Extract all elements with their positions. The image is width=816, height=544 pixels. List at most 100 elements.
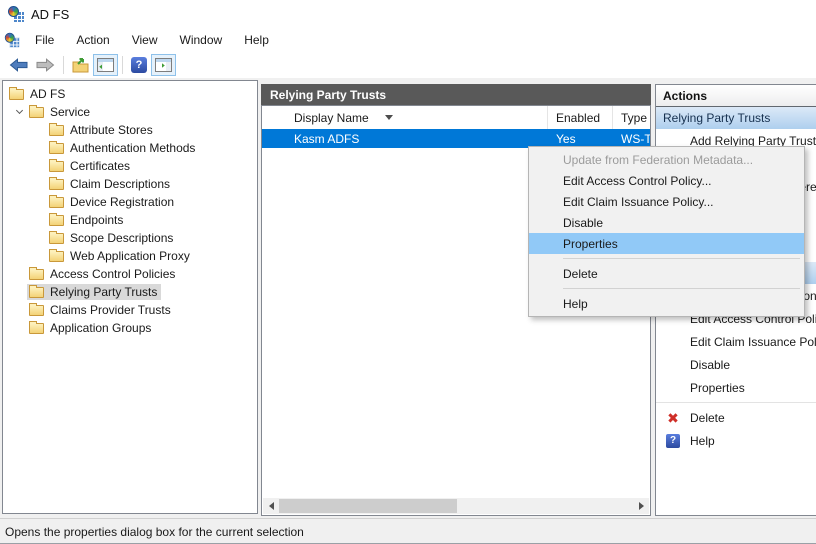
export-list-icon — [72, 58, 89, 73]
tree-item-scope-descriptions[interactable]: Scope Descriptions — [3, 229, 257, 247]
action-item-edit-claim-issuance-policy[interactable]: Edit Claim Issuance Policy... — [656, 330, 816, 353]
action-item-label: Delete — [690, 411, 725, 425]
show-action-pane-button[interactable] — [151, 54, 176, 76]
menu-item-delete[interactable]: Delete — [529, 263, 804, 284]
scroll-right-icon — [639, 502, 644, 510]
tree-item-certificates[interactable]: Certificates — [3, 157, 257, 175]
tree-item-web-application-proxy[interactable]: Web Application Proxy — [3, 247, 257, 265]
forward-icon — [36, 58, 55, 72]
chevron-slot — [11, 266, 27, 282]
menu-separator — [563, 288, 800, 289]
tree-item-application-groups[interactable]: Application Groups — [3, 319, 257, 337]
horizontal-scrollbar[interactable] — [263, 498, 649, 514]
folder-icon — [49, 197, 64, 208]
back-icon — [9, 58, 28, 72]
tree-item-label: Certificates — [70, 159, 130, 173]
tree-item-endpoints[interactable]: Endpoints — [3, 211, 257, 229]
column-header-display-name[interactable]: Display Name — [262, 106, 548, 129]
help-icon: ? — [131, 57, 147, 73]
menubar-window[interactable]: Window — [169, 30, 234, 50]
show-console-tree-icon — [97, 58, 114, 72]
menu-item-edit-access-control-policy[interactable]: Edit Access Control Policy... — [529, 170, 804, 191]
menu-item-disable[interactable]: Disable — [529, 212, 804, 233]
cell-enabled: Yes — [548, 132, 613, 146]
window-title: AD FS — [31, 7, 69, 22]
action-item-label: Edit Claim Issuance Policy... — [690, 335, 816, 349]
folder-icon — [29, 323, 44, 334]
cell-type: WS-T — [613, 132, 650, 146]
tree-item-label: Service — [50, 105, 90, 119]
action-item-help[interactable]: ?Help — [656, 429, 816, 452]
tree-item-device-registration[interactable]: Device Registration — [3, 193, 257, 211]
folder-icon — [29, 269, 44, 280]
menubar-action[interactable]: Action — [65, 30, 120, 50]
adfs-console-window: AD FS File Action View Window Help — [0, 0, 816, 544]
forward-button[interactable] — [32, 54, 59, 76]
chevron-slot — [11, 284, 27, 300]
tree-item-attribute-stores[interactable]: Attribute Stores — [3, 121, 257, 139]
menu-item-edit-claim-issuance-policy[interactable]: Edit Claim Issuance Policy... — [529, 191, 804, 212]
toolbar-separator — [122, 56, 123, 74]
adfs-app-icon — [5, 33, 19, 47]
action-item-label: Properties — [690, 381, 745, 395]
tree-item-ad-fs[interactable]: AD FS — [3, 85, 257, 103]
tree-item-service[interactable]: Service — [3, 103, 257, 121]
action-item-properties[interactable]: Properties — [656, 376, 816, 399]
help-button[interactable]: ? — [127, 54, 151, 76]
tree-item-label: Device Registration — [70, 195, 174, 209]
toolbar: ? — [0, 52, 816, 78]
adfs-app-icon — [8, 6, 24, 22]
action-item-label: Disable — [690, 358, 730, 372]
menu-item-help[interactable]: Help — [529, 293, 804, 314]
chevron-slot — [11, 302, 27, 318]
tree-item-authentication-methods[interactable]: Authentication Methods — [3, 139, 257, 157]
results-pane-header: Relying Party Trusts — [261, 84, 651, 105]
tree-item-label: Claims Provider Trusts — [50, 303, 171, 317]
tree-item-label: Application Groups — [50, 321, 151, 335]
folder-icon — [49, 125, 64, 136]
folder-icon — [29, 107, 44, 118]
actions-pane-title: Actions — [656, 85, 816, 107]
menubar-view[interactable]: View — [121, 30, 169, 50]
show-console-tree-button[interactable] — [93, 54, 118, 76]
scroll-right-button[interactable] — [633, 498, 649, 514]
chevron-expanded-icon[interactable] — [11, 104, 27, 120]
folder-icon — [49, 233, 64, 244]
folder-icon — [49, 161, 64, 172]
menu-item-properties[interactable]: Properties — [529, 233, 804, 254]
list-header-row: Display Name Enabled Type — [262, 106, 650, 129]
tree-item-claims-provider-trusts[interactable]: Claims Provider Trusts — [3, 301, 257, 319]
folder-icon — [9, 89, 24, 100]
menu-bar: File Action View Window Help — [0, 28, 816, 52]
folder-icon — [29, 305, 44, 316]
column-header-type[interactable]: Type — [613, 106, 650, 129]
folder-icon — [49, 179, 64, 190]
action-item-label: Help — [690, 434, 715, 448]
scrollbar-thumb[interactable] — [279, 499, 457, 513]
tree-item-access-control-policies[interactable]: Access Control Policies — [3, 265, 257, 283]
tree-item-label: Attribute Stores — [70, 123, 153, 137]
menubar-file[interactable]: File — [24, 30, 65, 50]
folder-icon — [49, 215, 64, 226]
tree-item-label: Web Application Proxy — [70, 249, 190, 263]
sort-arrow-icon — [385, 115, 393, 120]
scroll-left-button[interactable] — [263, 498, 279, 514]
menubar-help[interactable]: Help — [233, 30, 280, 50]
console-tree: AD FS Service Attribute Stores Authenticati… — [2, 80, 258, 514]
cell-display-name: Kasm ADFS — [262, 132, 548, 146]
back-button[interactable] — [5, 54, 32, 76]
folder-icon — [29, 287, 44, 298]
tree-item-relying-party-trusts[interactable]: Relying Party Trusts — [3, 283, 257, 301]
tree-item-claim-descriptions[interactable]: Claim Descriptions — [3, 175, 257, 193]
menu-item-update-from-federation-metadata: Update from Federation Metadata... — [529, 149, 804, 170]
tree-item-label: Scope Descriptions — [70, 231, 173, 245]
scroll-left-icon — [269, 502, 274, 510]
tree-item-label: AD FS — [30, 87, 65, 101]
action-section-header-relying-party-trusts[interactable]: Relying Party Trusts — [656, 107, 816, 129]
tree-item-label: Relying Party Trusts — [50, 285, 157, 299]
column-header-enabled[interactable]: Enabled — [548, 106, 613, 129]
toolbar-separator — [63, 56, 64, 74]
action-item-delete[interactable]: ✖Delete — [656, 406, 816, 429]
export-list-button[interactable] — [68, 54, 93, 76]
action-item-disable[interactable]: Disable — [656, 353, 816, 376]
